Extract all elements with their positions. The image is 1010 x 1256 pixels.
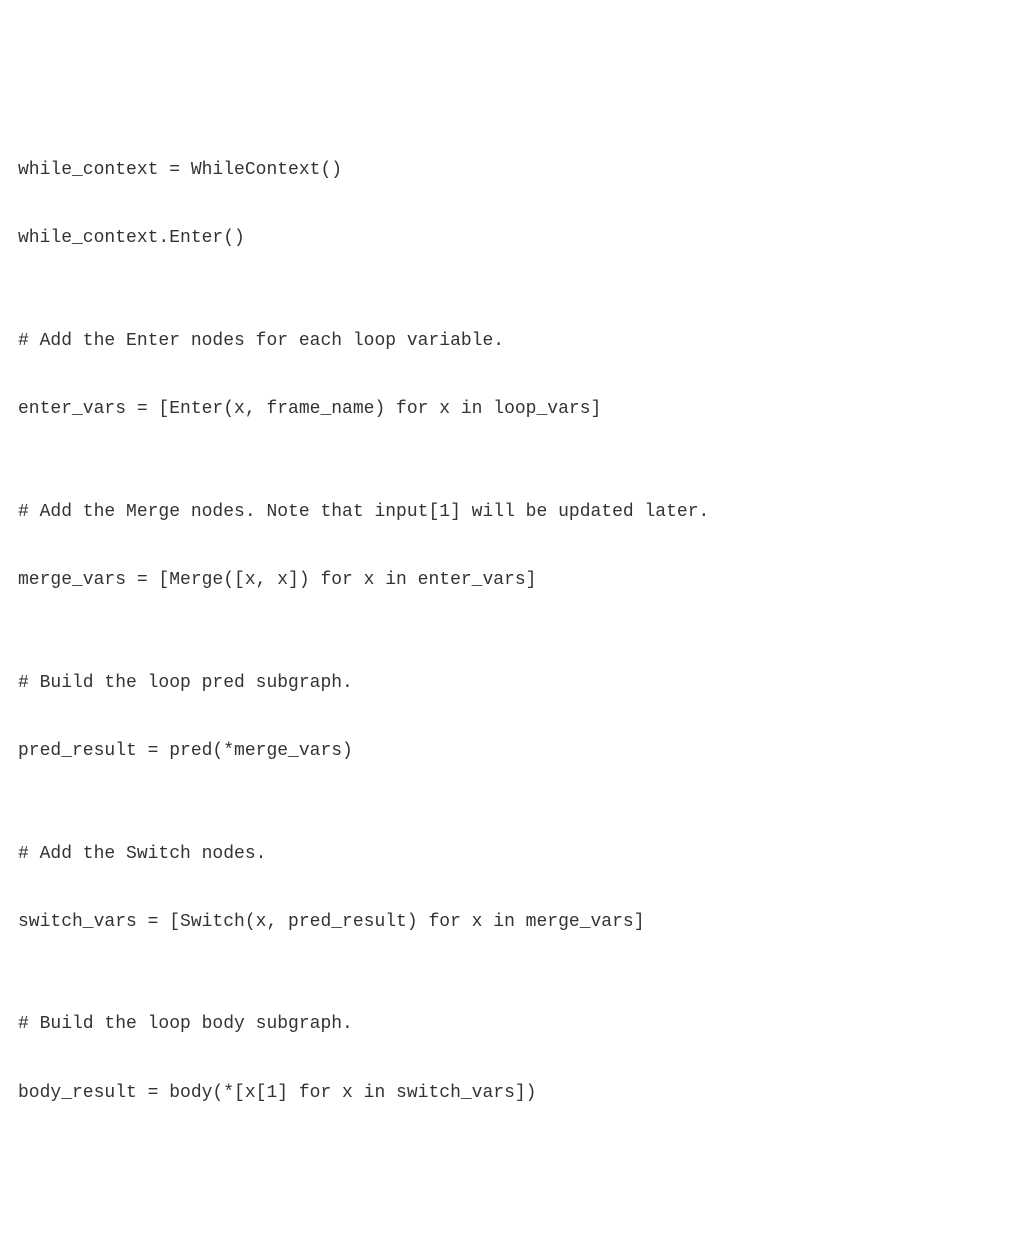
code-line-0: while_context = WhileContext() [18,153,992,187]
code-line-7: merge_vars = [Merge([x, x]) for x in ent… [18,563,992,597]
code-line-10: pred_result = pred(*merge_vars) [18,734,992,768]
code-line-6: # Add the Merge nodes. Note that input[1… [18,495,992,529]
code-line-13: switch_vars = [Switch(x, pred_result) fo… [18,905,992,939]
code-line-3: # Add the Enter nodes for each loop vari… [18,324,992,358]
code-line-9: # Build the loop pred subgraph. [18,666,992,700]
code-line-15: # Build the loop body subgraph. [18,1007,992,1041]
code-line-4: enter_vars = [Enter(x, frame_name) for x… [18,392,992,426]
code-line-1: while_context.Enter() [18,221,992,255]
code-line-16: body_result = body(*[x[1] for x in switc… [18,1076,992,1110]
code-line-12: # Add the Switch nodes. [18,837,992,871]
